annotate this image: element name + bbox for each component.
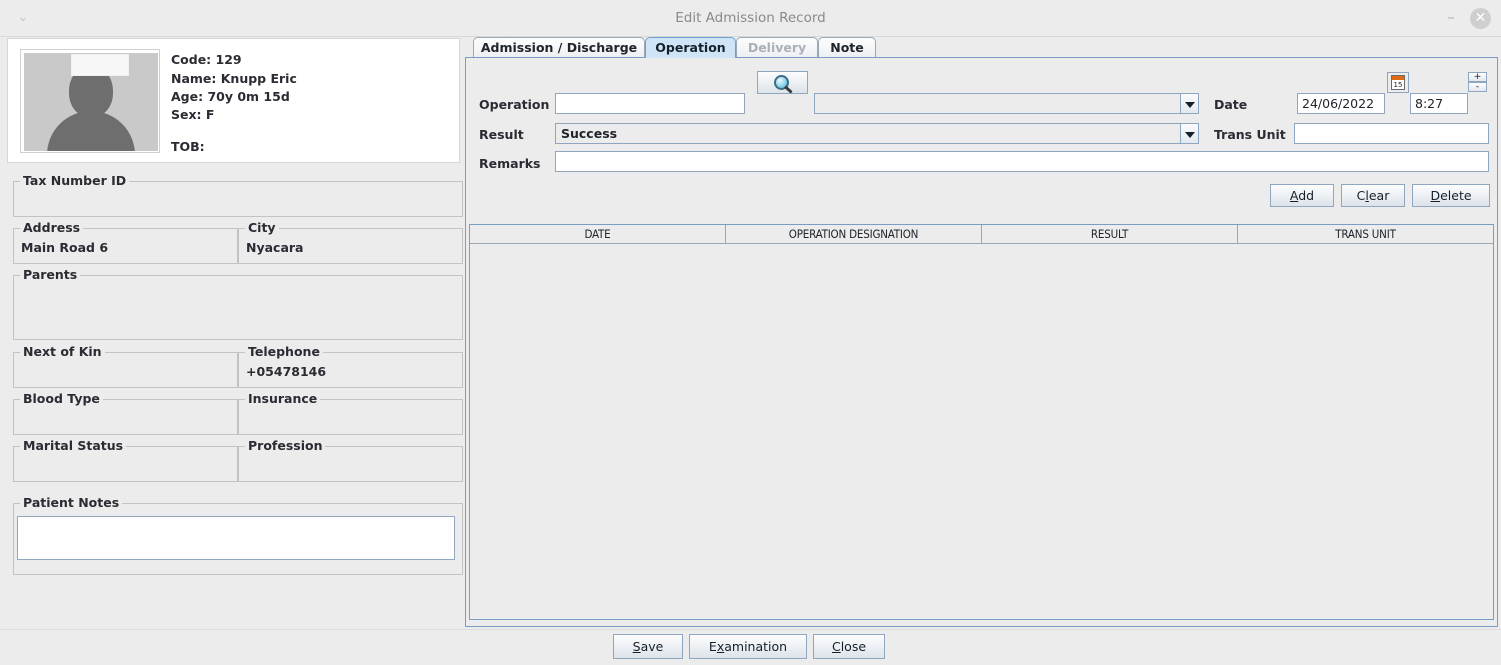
remarks-label: Remarks [479, 156, 541, 171]
field-label: City [245, 220, 279, 235]
field-insurance[interactable]: Insurance [238, 391, 463, 435]
field-address[interactable]: Address Main Road 6 [13, 220, 238, 264]
field-label: Marital Status [20, 438, 127, 453]
date-input[interactable]: 24/06/2022 [1297, 93, 1385, 114]
save-mnemonic: S [632, 639, 641, 654]
patient-notes-textarea[interactable] [17, 516, 455, 560]
field-label: Telephone [245, 344, 323, 359]
field-blood-type[interactable]: Blood Type [13, 391, 238, 435]
field-tax-number-id[interactable]: Tax Number ID [13, 173, 463, 217]
tab-delivery[interactable]: Delivery [736, 37, 818, 58]
examination-label-pre: E [708, 639, 717, 654]
calendar-icon: 15 [1391, 75, 1405, 90]
column-header-date[interactable]: DATE [470, 225, 726, 244]
avatar [20, 49, 160, 153]
field-label: Parents [20, 267, 81, 282]
chevron-down-icon[interactable] [1180, 94, 1198, 113]
save-label-post: ave [640, 639, 664, 654]
trans-unit-input[interactable] [1294, 123, 1489, 144]
close-window-button[interactable]: ✕ [1470, 8, 1491, 29]
record-tab-panel: Admission / Discharge Operation Delivery… [465, 37, 1498, 627]
add-label-post: dd [1298, 188, 1315, 203]
close-icon: ✕ [1474, 10, 1487, 26]
field-label: Patient Notes [20, 495, 123, 510]
search-operation-button[interactable] [757, 71, 808, 94]
field-label: Profession [245, 438, 326, 453]
column-header-trans-unit[interactable]: TRANS UNIT [1238, 225, 1493, 244]
clear-button[interactable]: Clear [1341, 184, 1405, 207]
field-next-of-kin[interactable]: Next of Kin [13, 344, 238, 388]
field-label: Next of Kin [20, 344, 105, 359]
operation-input[interactable] [555, 93, 745, 114]
tab-admission-discharge[interactable]: Admission / Discharge [473, 37, 645, 58]
window-titlebar: ⌄ Edit Admission Record – ✕ [0, 0, 1501, 37]
delete-label-post: elete [1440, 188, 1472, 203]
tabstrip: Admission / Discharge Operation Delivery… [465, 37, 1498, 58]
field-value: Nyacara [246, 240, 304, 255]
operations-table-body[interactable] [470, 244, 1493, 619]
time-spinner-down[interactable]: - [1468, 82, 1487, 92]
delete-button[interactable]: Delete [1412, 184, 1490, 207]
field-parents[interactable]: Parents [13, 267, 463, 340]
result-combo-value: Success [561, 126, 618, 141]
avatar-overlay-strip [71, 54, 129, 76]
calendar-icon-day: 15 [1393, 81, 1403, 89]
patient-summary-card: Code: 129 Name: Knupp Eric Age: 70y 0m 1… [7, 38, 460, 163]
field-value: +05478146 [246, 364, 327, 379]
add-button[interactable]: Add [1270, 184, 1334, 207]
dialog-footer: Save Examination Close [0, 629, 1501, 665]
operations-table[interactable]: DATE OPERATION DESIGNATION RESULT TRANS … [469, 224, 1494, 620]
operation-designation-combo[interactable] [814, 93, 1199, 114]
field-telephone[interactable]: Telephone +05478146 [238, 344, 463, 388]
window-title: Edit Admission Record [675, 10, 826, 26]
patient-tob: TOB: [171, 139, 205, 154]
chevron-down-icon[interactable] [1180, 124, 1198, 143]
tab-note[interactable]: Note [818, 37, 876, 58]
time-spinner-up[interactable]: + [1468, 72, 1487, 82]
patient-code: Code: 129 [171, 52, 242, 67]
field-profession[interactable]: Profession [238, 438, 463, 482]
field-label: Blood Type [20, 391, 103, 406]
operations-table-header: DATE OPERATION DESIGNATION RESULT TRANS … [470, 225, 1493, 244]
clear-label-post: ear [1368, 188, 1390, 203]
field-label: Tax Number ID [20, 173, 130, 188]
remarks-input[interactable] [555, 151, 1489, 172]
trans-unit-label: Trans Unit [1214, 127, 1286, 142]
field-label: Insurance [245, 391, 321, 406]
result-combo[interactable]: Success [555, 123, 1199, 144]
date-label: Date [1214, 97, 1248, 112]
date-picker-button[interactable]: 15 [1387, 72, 1409, 93]
field-label: Address [20, 220, 84, 235]
column-header-result[interactable]: RESULT [982, 225, 1238, 244]
field-patient-notes[interactable]: Patient Notes [13, 495, 463, 575]
close-mnemonic: C [831, 639, 841, 654]
avatar-body [47, 111, 135, 151]
result-label: Result [479, 127, 524, 142]
patient-age: Age: 70y 0m 15d [171, 89, 290, 104]
edit-admission-record-window: ⌄ Edit Admission Record – ✕ Code: 129 Na… [0, 0, 1501, 665]
examination-button[interactable]: Examination [689, 634, 807, 659]
field-value: Main Road 6 [21, 240, 109, 255]
minimize-button[interactable]: – [1443, 10, 1459, 27]
patient-panel: Code: 129 Name: Knupp Eric Age: 70y 0m 1… [5, 37, 463, 627]
add-mnemonic: A [1289, 188, 1299, 203]
field-marital-status[interactable]: Marital Status [13, 438, 238, 482]
time-input[interactable]: 8:27 [1410, 93, 1468, 114]
save-button[interactable]: Save [613, 634, 683, 659]
delete-mnemonic: D [1430, 188, 1441, 203]
magnifier-handle [783, 85, 793, 94]
column-header-operation[interactable]: OPERATION DESIGNATION [726, 225, 982, 244]
time-spinner[interactable]: + - [1468, 72, 1487, 93]
patient-name: Name: Knupp Eric [171, 71, 297, 86]
examination-label-post: amination [724, 639, 788, 654]
patient-sex: Sex: F [171, 107, 215, 122]
field-city[interactable]: City Nyacara [238, 220, 463, 264]
close-label-post: lose [840, 639, 867, 654]
close-button[interactable]: Close [813, 634, 885, 659]
tab-operation[interactable]: Operation [645, 37, 736, 58]
operation-label: Operation [479, 97, 550, 112]
operation-tab-content: Operation Result Success Remarks Date Tr… [465, 57, 1498, 627]
